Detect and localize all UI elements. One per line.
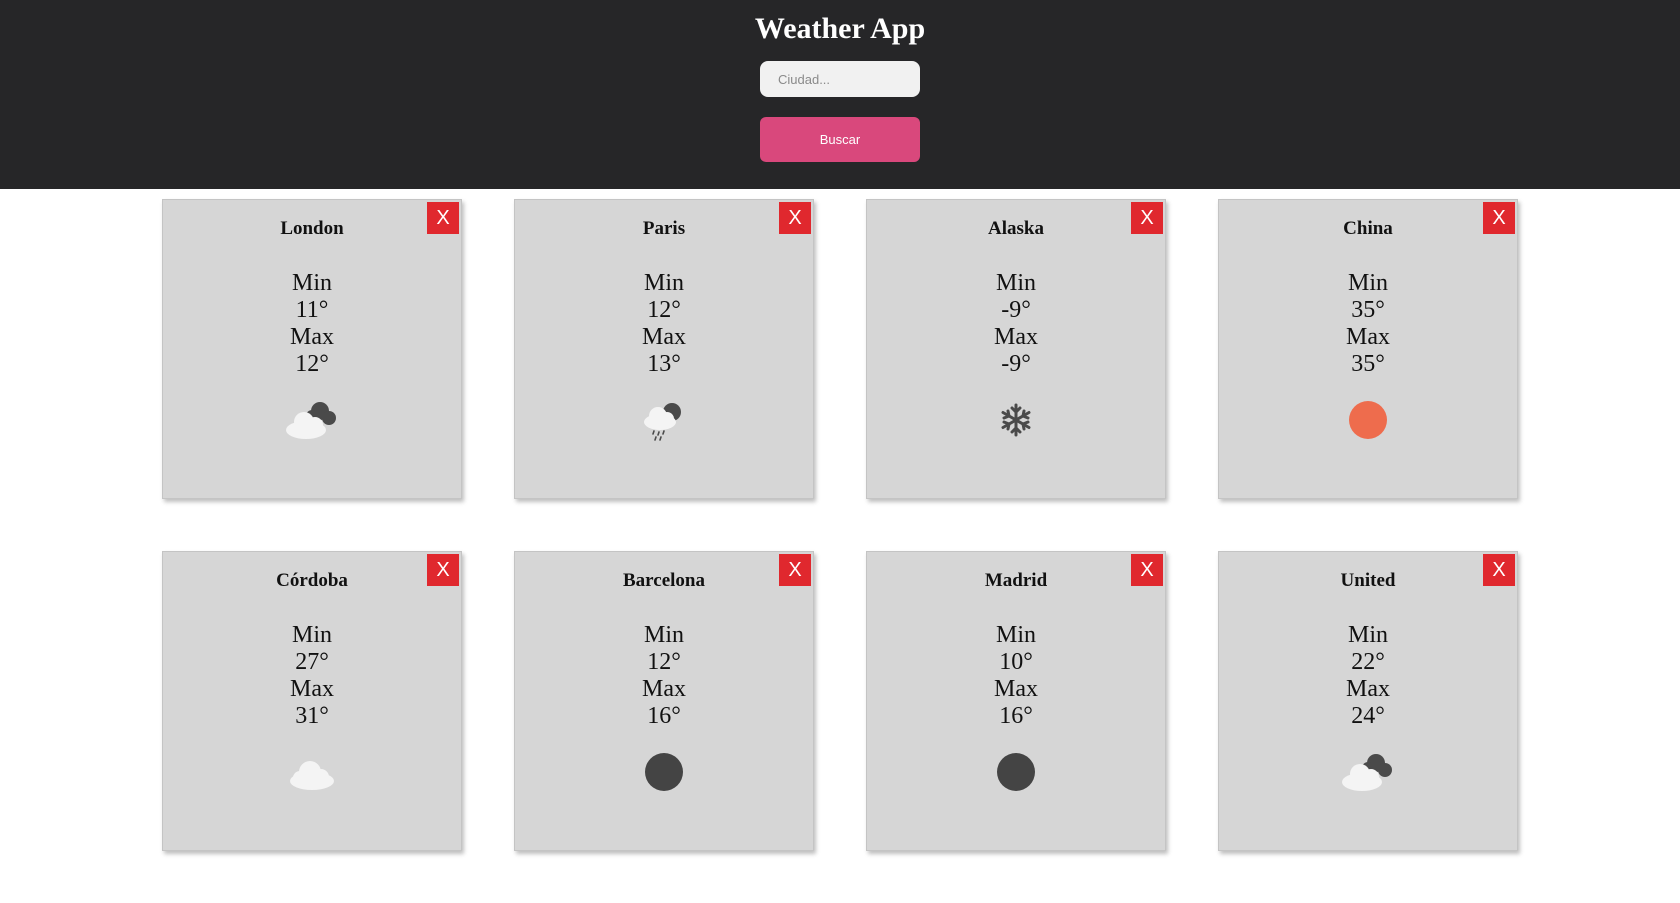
max-label: Max [994, 324, 1038, 350]
city-search-input[interactable] [760, 61, 920, 97]
close-card-button[interactable]: X [779, 202, 811, 234]
min-temp: 12° [647, 649, 681, 675]
weather-card: X China Min 35° Max 35° [1218, 199, 1518, 499]
max-temp: 24° [1351, 703, 1385, 729]
max-temp: 13° [647, 351, 681, 377]
temperature-block: Min 10° Max 16° [867, 622, 1165, 730]
min-label: Min [1347, 270, 1388, 296]
min-label: Min [291, 622, 332, 648]
temperature-block: Min 22° Max 24° [1219, 622, 1517, 730]
weather-card: X Alaska Min -9° Max -9° [866, 199, 1166, 499]
min-label: Min [1347, 622, 1388, 648]
temperature-block: Min 27° Max 31° [163, 622, 461, 730]
rain-night-icon [634, 398, 694, 442]
city-name: London [280, 218, 344, 239]
weather-card: X Córdoba Min 27° Max 31° [162, 551, 462, 851]
close-card-button[interactable]: X [427, 202, 459, 234]
min-label: Min [291, 270, 332, 296]
weather-card: X Barcelona Min 12° Max 16° [514, 551, 814, 851]
weather-card: X Madrid Min 10° Max 16° [866, 551, 1166, 851]
close-card-button[interactable]: X [1483, 554, 1515, 586]
max-temp: 16° [999, 703, 1033, 729]
city-name: China [1343, 218, 1393, 239]
max-temp: 16° [647, 703, 681, 729]
search-button[interactable]: Buscar [760, 117, 920, 162]
temperature-block: Min 12° Max 13° [515, 270, 813, 378]
min-temp: 10° [999, 649, 1033, 675]
min-temp: 11° [295, 297, 329, 323]
moon-icon [986, 750, 1046, 794]
temperature-block: Min 11° Max 12° [163, 270, 461, 378]
temperature-block: Min 35° Max 35° [1219, 270, 1517, 378]
temperature-block: Min 12° Max 16° [515, 622, 813, 730]
min-temp: 22° [1351, 649, 1385, 675]
max-label: Max [642, 676, 686, 702]
max-temp: 35° [1351, 351, 1385, 377]
weather-card: X United Min 22° Max 24° [1218, 551, 1518, 851]
max-temp: -9° [1001, 351, 1031, 377]
max-label: Max [1346, 676, 1390, 702]
close-card-button[interactable]: X [1483, 202, 1515, 234]
app-header: Weather App Buscar [0, 0, 1680, 189]
max-label: Max [1346, 324, 1390, 350]
cloud-night-icon [1338, 750, 1398, 794]
max-temp: 12° [295, 351, 329, 377]
cloud-icon [282, 750, 342, 794]
weather-card: X Paris Min 12° Max 13° [514, 199, 814, 499]
min-temp: -9° [1001, 297, 1031, 323]
max-label: Max [290, 676, 334, 702]
max-temp: 31° [295, 703, 329, 729]
min-label: Min [643, 622, 684, 648]
cloud-night-icon [282, 398, 342, 442]
min-label: Min [995, 622, 1036, 648]
city-name: United [1340, 570, 1396, 591]
weather-card-grid: X London Min 11° Max 12° X Paris Min 12° Max 13° X Al… [0, 189, 1680, 851]
close-card-button[interactable]: X [427, 554, 459, 586]
moon-icon [634, 750, 694, 794]
max-label: Max [994, 676, 1038, 702]
temperature-block: Min -9° Max -9° [867, 270, 1165, 378]
close-card-button[interactable]: X [779, 554, 811, 586]
city-name: Madrid [984, 570, 1048, 591]
weather-card: X London Min 11° Max 12° [162, 199, 462, 499]
page-title: Weather App [754, 12, 926, 45]
city-name: Córdoba [276, 570, 348, 591]
close-card-button[interactable]: X [1131, 202, 1163, 234]
min-label: Min [995, 270, 1036, 296]
city-name: Paris [642, 218, 686, 239]
city-name: Barcelona [623, 570, 705, 591]
close-card-button[interactable]: X [1131, 554, 1163, 586]
min-temp: 12° [647, 297, 681, 323]
min-temp: 35° [1351, 297, 1385, 323]
min-temp: 27° [295, 649, 329, 675]
sun-icon [1338, 398, 1398, 442]
city-name: Alaska [988, 218, 1044, 239]
max-label: Max [290, 324, 334, 350]
min-label: Min [643, 270, 684, 296]
snowflake-icon [986, 398, 1046, 442]
max-label: Max [642, 324, 686, 350]
